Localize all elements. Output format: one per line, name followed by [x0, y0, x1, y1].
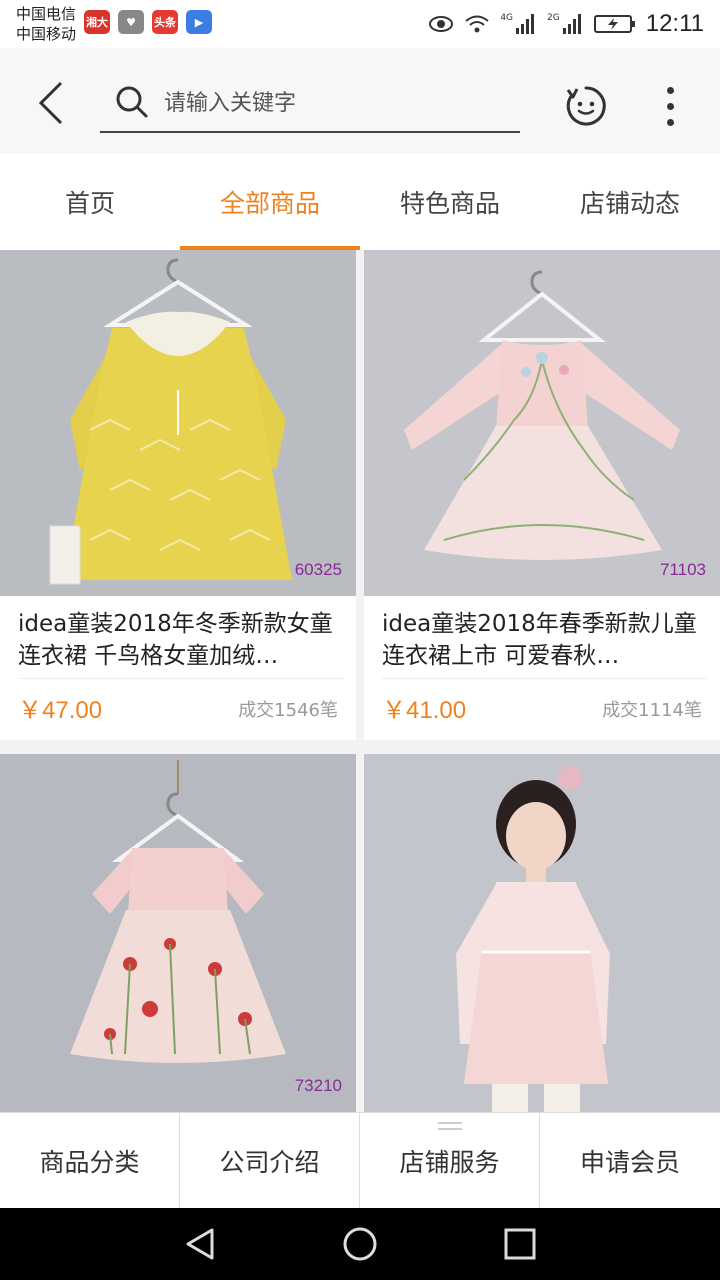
product-sales: 成交1114笔 — [602, 700, 702, 721]
floral-dress-image — [70, 760, 286, 1063]
submenu-indicator-icon — [438, 1122, 462, 1130]
product-image[interactable]: 60325 — [0, 250, 356, 596]
video-app-icon: ▶ — [186, 10, 212, 34]
product-card[interactable]: 73210 — [0, 754, 356, 1112]
system-back-button[interactable] — [182, 1226, 218, 1262]
tab-all-products[interactable]: 全部商品 — [180, 154, 360, 250]
notification-icons: 湘大 ♥ 头条 ▶ — [84, 10, 212, 34]
search-input[interactable] — [164, 86, 504, 120]
product-image[interactable]: 73210 — [0, 754, 356, 1112]
health-app-icon: ♥ — [118, 10, 144, 34]
tab-home[interactable]: 首页 — [0, 154, 180, 250]
product-title[interactable]: idea童装2018年春季新款儿童连衣裙上市 可爱春秋… — [382, 608, 708, 674]
nav-apply-membership[interactable]: 申请会员 — [540, 1113, 720, 1209]
product-card[interactable]: 60325 idea童装2018年冬季新款女童连衣裙 千鸟格女童加绒… ￥47.… — [0, 250, 356, 740]
nav-company-intro[interactable]: 公司介绍 — [180, 1113, 360, 1209]
tab-store-news[interactable]: 店铺动态 — [540, 154, 720, 250]
clock: 12:11 — [645, 10, 704, 37]
product-sales: 成交1546笔 — [238, 700, 338, 721]
more-vertical-icon-dot — [666, 118, 674, 126]
tab-bar: 首页 全部商品 特色商品 店铺动态 — [0, 154, 720, 250]
product-card[interactable] — [364, 754, 720, 1112]
pink-tulle-dress-image — [404, 270, 680, 560]
back-triangle-icon — [186, 1228, 214, 1260]
product-code: 71103 — [659, 560, 706, 579]
network-type-2: 2G — [547, 13, 560, 23]
more-vertical-icon-dot — [666, 86, 674, 94]
product-title[interactable]: idea童装2018年冬季新款女童连衣裙 千鸟格女童加绒… — [18, 608, 344, 674]
signal-icon-2 — [562, 14, 581, 34]
chevron-left-icon — [38, 81, 63, 125]
eye-comfort-icon — [429, 16, 454, 32]
recents-square-icon — [504, 1228, 536, 1260]
news-app-icon: 湘大 — [84, 10, 110, 34]
nav-product-categories[interactable]: 商品分类 — [0, 1113, 180, 1209]
product-image[interactable] — [364, 754, 720, 1112]
back-button[interactable] — [30, 78, 72, 128]
system-recents-button[interactable] — [502, 1226, 538, 1262]
app-screen: 中国电信 中国移动 湘大 ♥ 头条 ▶ 4G 2G 12:11 请输入关键字 首… — [0, 0, 720, 1280]
divider — [382, 678, 708, 679]
signal-icon — [516, 14, 535, 34]
battery-charging-icon — [593, 15, 635, 33]
search-icon — [116, 86, 148, 118]
network-type-1: 4G — [500, 13, 514, 23]
girl-pink-lace-dress-image — [456, 766, 610, 1112]
home-circle-icon — [343, 1227, 377, 1261]
chat-icon — [566, 86, 606, 126]
toutiao-app-icon: 头条 — [152, 10, 178, 34]
yellow-dress-image — [49, 258, 292, 585]
carrier-2: 中国移动 — [16, 25, 77, 43]
top-bar — [0, 48, 720, 154]
bottom-nav: 商品分类 公司介绍 店铺服务 申请会员 — [0, 1112, 720, 1209]
product-price: ￥41.00 — [382, 697, 467, 724]
system-status: 4G 2G 12:11 — [428, 8, 704, 40]
search-box[interactable] — [100, 78, 520, 133]
divider — [18, 678, 344, 679]
system-home-button[interactable] — [342, 1226, 378, 1262]
wifi-icon — [465, 15, 489, 33]
system-nav-bar — [0, 1208, 720, 1280]
carrier-info: 中国电信 中国移动 — [16, 4, 76, 44]
product-image[interactable]: 71103 — [364, 250, 720, 596]
more-button[interactable] — [650, 82, 690, 130]
message-button[interactable] — [564, 84, 608, 128]
tab-featured-products[interactable]: 特色商品 — [360, 154, 540, 250]
product-price: ￥47.00 — [18, 697, 103, 724]
carrier-1: 中国电信 — [16, 5, 77, 23]
product-card[interactable]: 71103 idea童装2018年春季新款儿童连衣裙上市 可爱春秋… ￥41.0… — [364, 250, 720, 740]
more-vertical-icon-dot — [666, 102, 674, 110]
status-bar: 中国电信 中国移动 湘大 ♥ 头条 ▶ 4G 2G 12:11 — [0, 0, 720, 48]
product-code: 60325 — [294, 560, 342, 579]
product-code: 73210 — [294, 1076, 342, 1095]
